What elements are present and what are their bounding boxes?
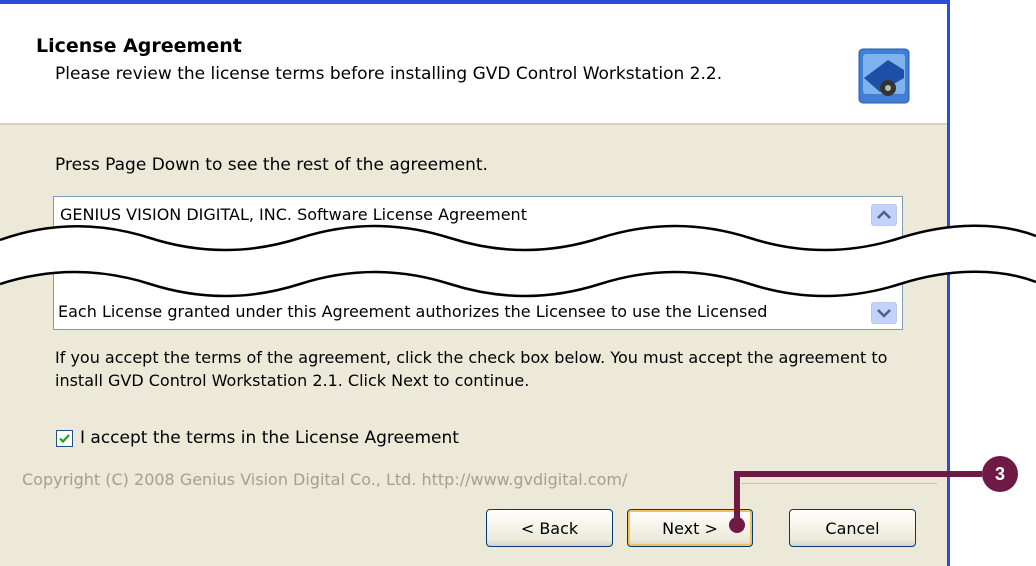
back-button[interactable]: < Back xyxy=(486,509,613,547)
checkmark-icon xyxy=(59,434,70,444)
page-title: License Agreement xyxy=(36,35,242,57)
accept-checkbox[interactable] xyxy=(56,430,73,447)
page-subtitle: Please review the license terms before i… xyxy=(55,64,723,84)
license-dialog: License Agreement Please review the lice… xyxy=(0,0,1036,566)
next-button[interactable]: Next > xyxy=(627,509,753,547)
accept-instructions: If you accept the terms of the agreement… xyxy=(55,348,888,390)
copyright-text: Copyright (C) 2008 Genius Vision Digital… xyxy=(22,470,628,489)
license-text-last-line: Each License granted under this Agreemen… xyxy=(58,302,768,321)
chevron-down-icon xyxy=(877,309,891,318)
accept-checkbox-label[interactable]: I accept the terms in the License Agreem… xyxy=(80,428,459,448)
scroll-down-button[interactable] xyxy=(871,302,897,324)
page-down-instruction: Press Page Down to see the rest of the a… xyxy=(55,155,488,175)
installer-logo-icon xyxy=(858,48,910,104)
cancel-button[interactable]: Cancel xyxy=(789,509,916,547)
dialog-header: License Agreement Please review the lice… xyxy=(0,4,947,125)
torn-break-separator xyxy=(0,224,1036,298)
step-callout-badge: 3 xyxy=(982,456,1018,492)
footer-divider xyxy=(741,483,937,484)
